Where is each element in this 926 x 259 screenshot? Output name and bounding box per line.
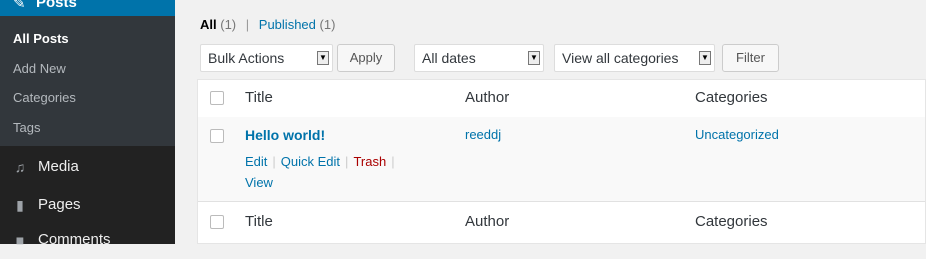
column-categories: Categories: [695, 89, 768, 106]
column-categories-footer: Categories: [695, 213, 768, 230]
edit-link[interactable]: Edit: [245, 154, 267, 169]
column-author: Author: [465, 89, 510, 106]
action-separator: |: [391, 154, 395, 169]
select-all-checkbox-footer[interactable]: [210, 215, 224, 229]
view-all-count: (1): [220, 17, 237, 32]
pages-label: Pages: [38, 196, 81, 213]
categories-select[interactable]: View all categories ▼: [554, 44, 715, 72]
pages-icon: ▮: [16, 197, 24, 213]
submenu-add-new[interactable]: Add New: [13, 61, 66, 76]
dates-value: All dates: [422, 50, 476, 66]
posts-submenu: All Posts Add New Categories Tags: [0, 16, 175, 146]
dates-select[interactable]: All dates ▼: [414, 44, 544, 72]
menu-item-comments[interactable]: ■ Comments: [0, 223, 175, 259]
comments-icon: ■: [15, 232, 25, 248]
table-footer: Title Author Categories: [198, 201, 925, 245]
column-title-footer[interactable]: Title: [245, 213, 273, 230]
apply-button[interactable]: Apply: [337, 44, 395, 72]
category-link[interactable]: Uncategorized: [695, 127, 779, 142]
posts-table: Title Author Categories Hello world! ree…: [197, 79, 926, 244]
column-title[interactable]: Title: [245, 89, 273, 106]
chevron-down-icon: ▼: [699, 51, 711, 65]
table-row: Hello world! reeddj Uncategorized Edit | Q…: [198, 117, 925, 201]
view-link[interactable]: View: [245, 175, 273, 190]
author-link[interactable]: reeddj: [465, 127, 501, 142]
filter-button[interactable]: Filter: [722, 44, 779, 72]
menu-item-posts[interactable]: ✎ Posts: [0, 0, 175, 16]
pin-icon: ✎: [13, 0, 26, 12]
view-all[interactable]: All: [200, 17, 217, 32]
status-views: All (1) | Published (1): [200, 17, 335, 32]
post-title-link[interactable]: Hello world!: [245, 127, 325, 143]
menu-item-pages[interactable]: ▮ Pages: [0, 188, 175, 224]
media-icon: ♫: [14, 159, 26, 175]
table-header: Title Author Categories: [198, 80, 925, 118]
view-published-count: (1): [319, 17, 336, 32]
posts-label: Posts: [36, 0, 77, 11]
select-all-checkbox[interactable]: [210, 91, 224, 105]
submenu-tags[interactable]: Tags: [13, 120, 40, 135]
submenu-all-posts[interactable]: All Posts: [13, 31, 69, 46]
comments-label: Comments: [38, 231, 111, 248]
chevron-down-icon: ▼: [317, 51, 329, 65]
view-published[interactable]: Published: [259, 17, 316, 32]
view-separator: |: [245, 17, 250, 32]
row-actions: Edit | Quick Edit | Trash |: [245, 154, 400, 169]
posts-main: All (1) | Published (1) Bulk Actions ▼ A…: [197, 0, 926, 244]
media-label: Media: [38, 158, 79, 175]
submenu-categories[interactable]: Categories: [13, 90, 76, 105]
trash-link[interactable]: Trash: [353, 154, 386, 169]
menu-item-media[interactable]: ♫ Media: [0, 150, 175, 186]
action-separator: |: [345, 154, 349, 169]
chevron-down-icon: ▼: [528, 51, 540, 65]
column-author-footer: Author: [465, 213, 510, 230]
row-checkbox[interactable]: [210, 129, 224, 143]
bulk-actions-value: Bulk Actions: [208, 50, 285, 66]
bulk-actions-select[interactable]: Bulk Actions ▼: [200, 44, 333, 72]
admin-sidebar: ✎ Posts All Posts Add New Categories Tag…: [0, 0, 175, 248]
categories-value: View all categories: [562, 50, 679, 66]
action-separator: |: [272, 154, 276, 169]
quick-edit-link[interactable]: Quick Edit: [281, 154, 340, 169]
